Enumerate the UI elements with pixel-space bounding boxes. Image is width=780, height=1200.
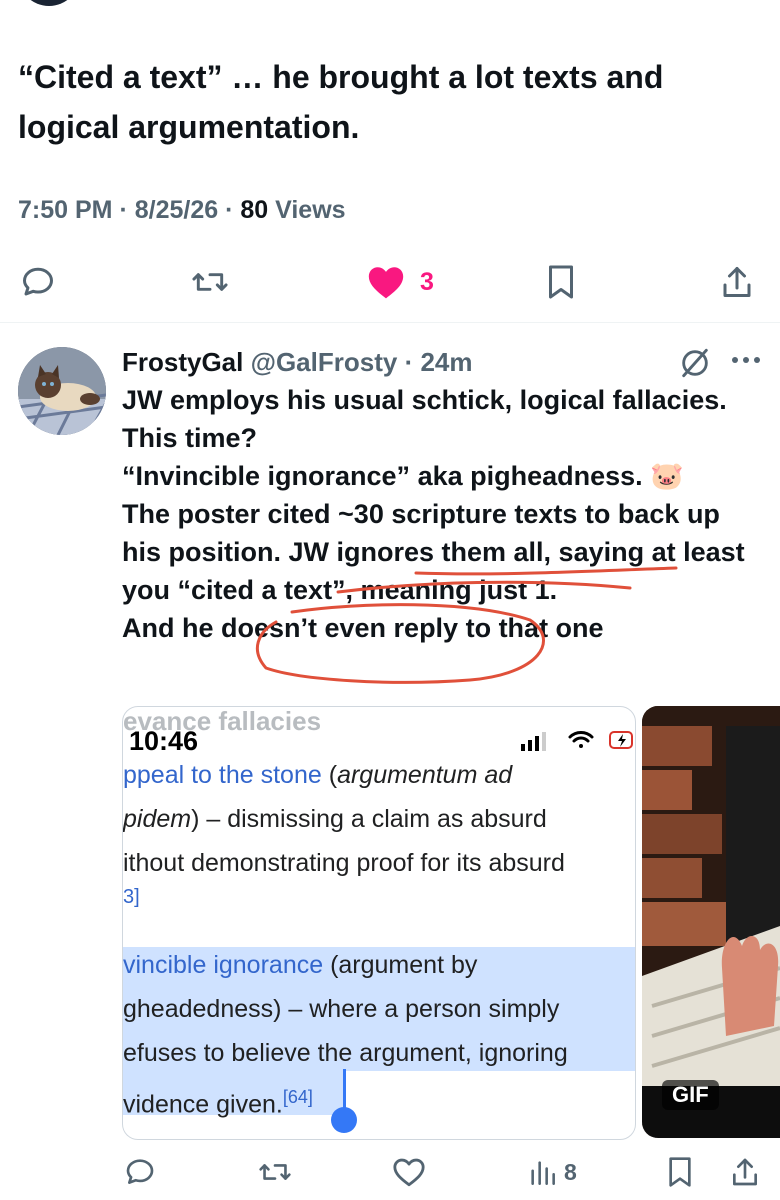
user-handle[interactable]: @GalFrosty: [251, 347, 398, 377]
meta-separator: ·: [397, 347, 421, 377]
reply-button[interactable]: [124, 1152, 156, 1192]
repost-button[interactable]: [258, 1152, 292, 1192]
selection-cursor: [343, 1069, 346, 1109]
heart-filled-icon: [368, 267, 404, 299]
screenshot-line-italic: pidem: [123, 805, 192, 833]
tweet-meta: 7:50 PM · 8/25/26 · 80 Views: [18, 196, 346, 225]
reply-icon: [23, 267, 53, 296]
repost-icon: [259, 1164, 291, 1180]
screenshot-line-text: (argument by: [323, 951, 478, 979]
tweet-time[interactable]: 7:50 PM: [18, 196, 112, 224]
appeal-to-stone-link[interactable]: ppeal to the stone: [123, 761, 322, 789]
tweet-text: “Cited a text” … he brought a lot texts …: [18, 59, 664, 145]
screenshot-line: vidence given.[64]: [123, 1075, 635, 1126]
media-screenshot[interactable]: evance fallacies 10:46 ppeal to the ston…: [122, 706, 636, 1140]
reply-button[interactable]: [20, 262, 56, 302]
previous-avatar-edge: [18, 0, 80, 6]
screenshot-line: pidem) – dismissing a claim as absurd: [123, 797, 635, 841]
divider: [0, 322, 780, 323]
screenshot-line-italic: argumentum ad: [337, 761, 513, 789]
screenshot-line: gheadedness) – where a person simply: [123, 995, 560, 1023]
bookmark-icon: [669, 1157, 691, 1187]
share-icon: [723, 267, 751, 297]
avatar[interactable]: [18, 347, 106, 435]
like-button[interactable]: [392, 1152, 426, 1192]
grok-button[interactable]: [678, 346, 712, 385]
more-dots-icon: [732, 357, 760, 363]
grok-icon: [682, 348, 708, 378]
wifi-icon: [568, 731, 594, 748]
battery-charging-icon: [609, 731, 633, 749]
screenshot-line: vincible ignorance (argument by: [123, 943, 635, 987]
screenshot-line-text: vidence given.: [123, 1090, 283, 1119]
signal-icon: [521, 732, 546, 751]
media-gif[interactable]: [642, 706, 780, 1138]
display-name[interactable]: FrostyGal: [122, 347, 243, 377]
share-button[interactable]: [730, 1152, 760, 1192]
like-button[interactable]: 3: [366, 262, 434, 302]
views-label: Views: [275, 196, 346, 224]
selection-handle[interactable]: [331, 1107, 357, 1133]
like-count: 3: [420, 267, 434, 296]
views-count: 8: [564, 1158, 577, 1185]
gif-badge: GIF: [662, 1080, 719, 1110]
tweet-date[interactable]: 8/25/26: [135, 196, 218, 224]
screenshot-line-text: (: [321, 761, 338, 789]
more-button[interactable]: [730, 348, 762, 377]
reply-header: FrostyGal @GalFrosty · 24m: [122, 345, 473, 379]
meta-separator: ·: [225, 196, 241, 224]
share-icon: [733, 1158, 758, 1186]
screenshot-line: ppeal to the stone (argumentum ad: [123, 753, 635, 797]
views-button[interactable]: 8: [528, 1152, 577, 1192]
analytics-icon: [531, 1161, 555, 1185]
bookmark-button[interactable]: [545, 262, 577, 302]
citation-link[interactable]: 3]: [123, 875, 635, 919]
views-count: 80: [240, 196, 269, 224]
reply-icon: [126, 1159, 154, 1184]
heart-icon: [393, 1158, 425, 1187]
repost-icon: [192, 273, 228, 291]
screenshot-line: efuses to believe the argument, ignoring: [123, 1039, 568, 1067]
reply-time[interactable]: 24m: [420, 347, 472, 377]
screenshot-line-text: ) – dismissing a claim as absurd: [191, 805, 547, 833]
repost-button[interactable]: [191, 262, 229, 302]
bookmark-icon: [549, 265, 573, 299]
cat-photo-image: [18, 347, 106, 435]
bookmark-button[interactable]: [666, 1152, 694, 1192]
citation-link[interactable]: [64]: [283, 1087, 313, 1107]
share-button[interactable]: [720, 262, 754, 302]
meta-separator: ·: [119, 196, 135, 224]
invincible-ignorance-link[interactable]: vincible ignorance: [123, 951, 323, 979]
gif-preview-image: [642, 706, 780, 1138]
reply-text: JW employs his usual schtick, logical fa…: [122, 385, 745, 643]
